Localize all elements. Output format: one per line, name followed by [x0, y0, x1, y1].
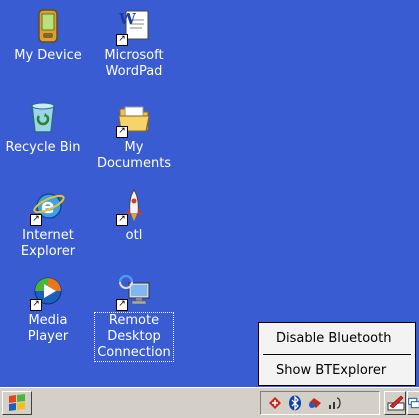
desktop-switch-button[interactable]: [407, 391, 419, 415]
desktop-icon-my-device[interactable]: My Device: [5, 8, 91, 64]
ie-icon: e ↗: [30, 188, 66, 226]
desktop-icon-label: Remote Desktop Connection: [94, 312, 174, 362]
recycle-bin-icon: [25, 100, 61, 136]
desktop-icon-label: otl: [125, 228, 143, 243]
system-tray: [260, 391, 380, 415]
desktop-icon-label: Media Player: [27, 313, 69, 344]
rocket-icon: ↗: [116, 188, 152, 226]
signal-icon[interactable]: [327, 395, 343, 411]
pen-input-button[interactable]: [384, 391, 406, 415]
desktop-icon-label: Recycle Bin: [5, 140, 81, 155]
remote-desktop-icon: ↗: [116, 273, 152, 311]
desktop-icon-label: Internet Explorer: [20, 228, 76, 259]
desktop-icon-remote-desktop[interactable]: ↗ Remote Desktop Connection: [91, 273, 177, 362]
network-icon[interactable]: [307, 395, 323, 411]
taskbar: [0, 387, 419, 418]
desktop: My Device W ↗ Microsoft WordPad Recycle …: [0, 0, 419, 387]
menu-item-show-btexplorer[interactable]: Show BTExplorer: [259, 357, 415, 385]
shortcut-arrow-icon: ↗: [30, 214, 42, 226]
menu-separator: [263, 354, 411, 355]
desktop-icon-recycle-bin[interactable]: Recycle Bin: [0, 100, 86, 156]
desktop-icon-label: My Device: [14, 48, 82, 63]
windows-flag-icon: [9, 394, 25, 411]
bluetooth-icon[interactable]: [287, 395, 303, 411]
svg-text:W: W: [118, 10, 137, 28]
desktop-icon-wordpad[interactable]: W ↗ Microsoft WordPad: [91, 8, 177, 80]
shortcut-arrow-icon: ↗: [116, 299, 128, 311]
folder-icon: ↗: [116, 100, 152, 138]
pda-icon: [30, 8, 66, 44]
desktop-icon-my-documents[interactable]: ↗ My Documents: [91, 100, 177, 172]
desktop-icon-label: My Documents: [96, 140, 172, 171]
desktop-icon-otl[interactable]: ↗ otl: [91, 188, 177, 244]
menu-item-disable-bluetooth[interactable]: Disable Bluetooth: [259, 325, 415, 353]
bluetooth-context-menu: Disable Bluetooth Show BTExplorer: [258, 322, 416, 386]
shortcut-arrow-icon: ↗: [30, 299, 42, 311]
pen-input-icon: [387, 395, 405, 411]
media-player-icon: ↗: [30, 273, 66, 311]
shortcut-arrow-icon: ↗: [116, 34, 128, 46]
desktop-icon-internet-explorer[interactable]: e ↗ Internet Explorer: [5, 188, 91, 260]
shortcut-arrow-icon: ↗: [116, 126, 128, 138]
start-button[interactable]: [2, 391, 32, 415]
desktop-icon-label: Microsoft WordPad: [104, 48, 164, 79]
bluetooth-stack-icon[interactable]: [267, 395, 283, 411]
desktop-icon-media-player[interactable]: ↗ Media Player: [5, 273, 91, 345]
wordpad-icon: W ↗: [116, 8, 152, 46]
shortcut-arrow-icon: ↗: [116, 214, 128, 226]
desktop-switch-icon: [408, 397, 419, 409]
